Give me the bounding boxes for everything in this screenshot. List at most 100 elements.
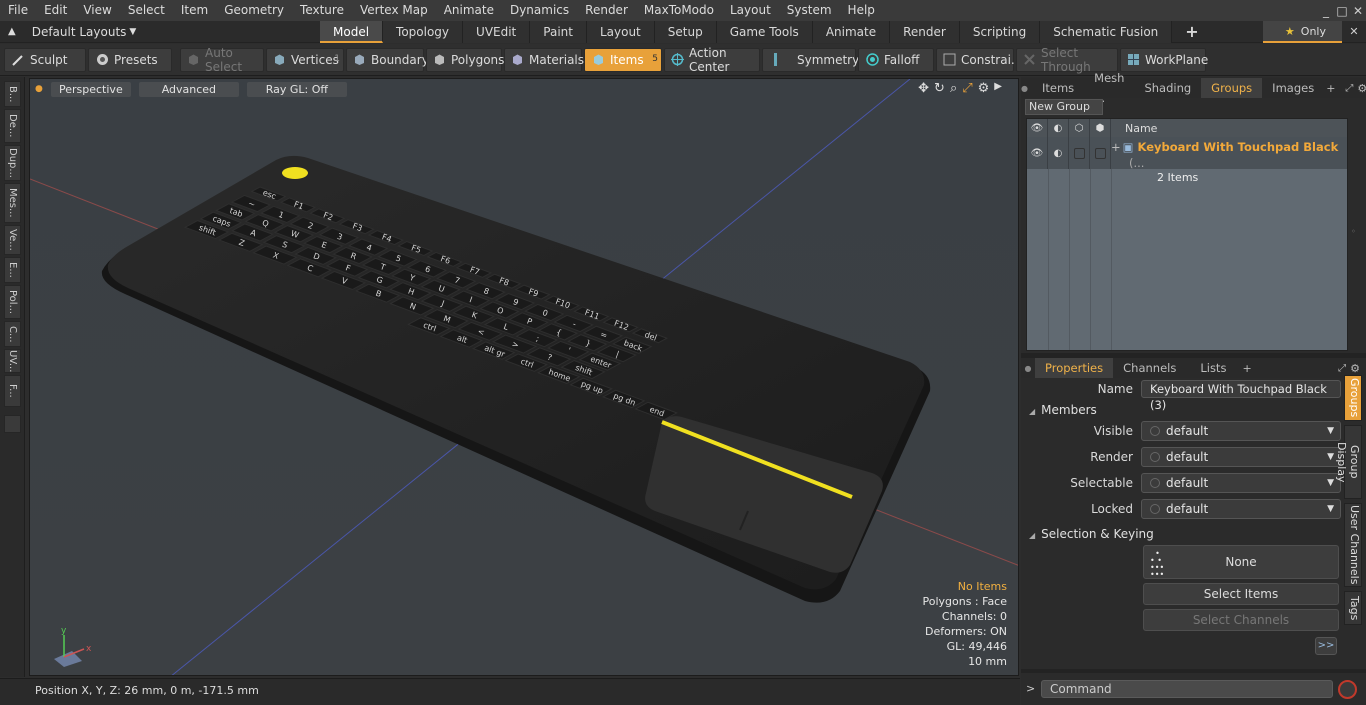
side-tab-group-display[interactable]: Group Display	[1335, 425, 1362, 499]
move-icon[interactable]: ✥	[918, 81, 929, 96]
row-select-box[interactable]	[1069, 137, 1090, 169]
left-tab-uv[interactable]: UV...	[4, 349, 21, 373]
vertices-button[interactable]: Vertices 1	[266, 47, 344, 72]
menu-animate[interactable]: Animate	[436, 0, 502, 21]
none-button[interactable]: • • • ••• ••• None	[1143, 545, 1339, 579]
left-tab-vertex[interactable]: Ve...	[4, 225, 21, 255]
rotate-icon[interactable]: ↻	[934, 81, 945, 96]
minimize-button[interactable]: _	[1318, 4, 1334, 18]
tab-model[interactable]: Model	[320, 20, 384, 43]
select-icon[interactable]: ⬡	[1069, 119, 1090, 137]
zoom-icon[interactable]: ⌕	[950, 81, 957, 96]
perspective-button[interactable]: Perspective	[50, 81, 131, 97]
raygl-button[interactable]: Ray GL: Off	[246, 81, 347, 97]
tab-setup[interactable]: Setup	[654, 20, 717, 43]
advanced-button[interactable]: Advanced	[138, 81, 239, 97]
maximize-button[interactable]: □	[1334, 4, 1350, 18]
command-input[interactable]: Command	[1041, 680, 1333, 698]
collapse-arrow-icon[interactable]: ▲	[8, 26, 16, 37]
visible-select[interactable]: default ▼	[1141, 421, 1341, 441]
members-section[interactable]: ◢ Members	[1029, 403, 1097, 417]
presets-button[interactable]: Presets	[88, 47, 172, 72]
tab-schematic-fusion[interactable]: Schematic Fusion	[1040, 20, 1173, 43]
menu-texture[interactable]: Texture	[292, 0, 352, 21]
falloff-button[interactable]: Falloff	[858, 47, 934, 72]
viewport-menu-dot-icon[interactable]: ●	[35, 84, 43, 94]
new-group-button[interactable]: New Group	[1025, 99, 1103, 115]
layouts-dropdown[interactable]: ▲ Default Layouts ▼	[0, 21, 320, 43]
side-tab-groups[interactable]: Groups	[1344, 375, 1362, 421]
record-macro-button[interactable]	[1338, 680, 1357, 699]
tab-layout[interactable]: Layout	[586, 20, 655, 43]
symmetry-button[interactable]: Symmetry	[762, 47, 859, 72]
3d-viewport[interactable]: esc F1 F2 F3 F4 F5 F6 F7 F8 F9 F10 F11 F12 del ~1 2 3 4 5 6…	[29, 78, 1019, 676]
menu-select[interactable]: Select	[120, 0, 173, 21]
command-history-icon[interactable]: >	[1026, 682, 1035, 695]
materials-button[interactable]: Materials	[504, 47, 584, 72]
row-render-icon[interactable]: ◐	[1048, 137, 1069, 169]
locked-select[interactable]: default ▼	[1141, 499, 1341, 519]
tab-lists[interactable]: Lists	[1186, 358, 1236, 378]
list-scroll-handle[interactable]: ◦	[1351, 227, 1357, 239]
left-tab-duplicate[interactable]: Dup...	[4, 145, 21, 181]
auto-select-button[interactable]: Auto Select	[180, 46, 264, 74]
row-lock-box[interactable]	[1090, 137, 1111, 169]
boundary-button[interactable]: Boundary	[346, 47, 429, 72]
expand-panel-icon[interactable]: ⤢	[1345, 83, 1353, 94]
tab-game-tools[interactable]: Game Tools	[716, 20, 813, 43]
menu-vertex-map[interactable]: Vertex Map	[352, 0, 436, 21]
menu-render[interactable]: Render	[577, 0, 636, 21]
menu-system[interactable]: System	[779, 0, 840, 21]
action-center-button[interactable]: Action Center	[664, 46, 760, 74]
menu-dynamics[interactable]: Dynamics	[502, 0, 577, 21]
tab-images[interactable]: Images	[1262, 78, 1324, 98]
col-name[interactable]: Name	[1111, 122, 1157, 135]
tab-render[interactable]: Render	[890, 20, 960, 43]
panel-gear-icon[interactable]: ⚙	[1357, 82, 1366, 95]
render-select[interactable]: default ▼	[1141, 447, 1341, 467]
left-tab-polygon[interactable]: Pol...	[4, 285, 21, 319]
constraints-button[interactable]: Constrai...	[936, 47, 1022, 72]
items-button[interactable]: Items 5	[584, 47, 662, 72]
left-strip-toggle[interactable]	[4, 415, 21, 433]
left-tab-basic[interactable]: B...	[4, 81, 21, 107]
side-tab-user-channels[interactable]: User Channels	[1344, 503, 1362, 587]
polygons-button[interactable]: Polygons	[426, 47, 504, 72]
tab-paint[interactable]: Paint	[530, 20, 587, 43]
tab-groups[interactable]: Groups	[1201, 78, 1263, 98]
lock-icon[interactable]: ⬢	[1090, 119, 1111, 137]
fit-icon[interactable]: ⤢	[962, 81, 972, 96]
tab-shading[interactable]: Shading	[1134, 78, 1201, 98]
left-tab-fusion[interactable]: F...	[4, 375, 21, 407]
sculpt-button[interactable]: Sculpt	[4, 47, 86, 72]
expand-properties-icon[interactable]: ⤢	[1338, 363, 1346, 374]
only-toggle[interactable]: ★ Only	[1262, 20, 1342, 43]
visibility-eye-icon[interactable]: 👁	[1027, 119, 1048, 137]
add-panel-tab-icon[interactable]: +	[1326, 82, 1335, 95]
add-tab-button[interactable]: +	[1172, 21, 1211, 43]
menu-maxtomodo[interactable]: MaxToModo	[636, 0, 722, 21]
menu-item[interactable]: Item	[173, 0, 216, 21]
menu-file[interactable]: File	[0, 0, 36, 21]
close-button[interactable]: ✕	[1350, 4, 1366, 18]
left-tab-deform[interactable]: De...	[4, 109, 21, 143]
select-items-button[interactable]: Select Items	[1143, 583, 1339, 605]
play-icon[interactable]: ▶	[994, 81, 1002, 96]
select-channels-button[interactable]: Select Channels	[1143, 609, 1339, 631]
left-tab-edge[interactable]: E...	[4, 257, 21, 283]
left-tab-mesh[interactable]: Mes...	[4, 183, 21, 223]
selectable-select[interactable]: default ▼	[1141, 473, 1341, 493]
render-icon[interactable]: ◐	[1048, 119, 1069, 137]
close-icon[interactable]: ✕	[1342, 25, 1366, 38]
name-field[interactable]: Keyboard With Touchpad Black (3)	[1141, 380, 1341, 412]
tab-topology[interactable]: Topology	[383, 20, 464, 43]
selection-keying-section[interactable]: ◢ Selection & Keying	[1029, 527, 1154, 541]
menu-edit[interactable]: Edit	[36, 0, 75, 21]
tab-properties[interactable]: Properties	[1035, 358, 1114, 378]
more-button[interactable]: >>	[1315, 637, 1337, 655]
add-properties-tab-icon[interactable]: +	[1242, 362, 1251, 375]
tab-uvedit[interactable]: UVEdit	[463, 20, 531, 43]
menu-help[interactable]: Help	[840, 0, 883, 21]
panel-menu-icon[interactable]: ●	[1021, 84, 1028, 93]
expand-icon[interactable]: +	[1111, 140, 1121, 154]
